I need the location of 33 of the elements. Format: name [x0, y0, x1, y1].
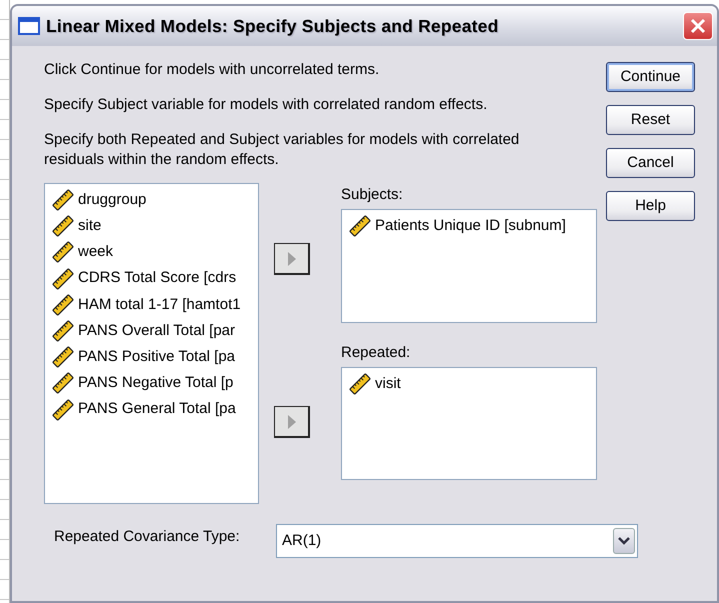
subjects-label: Subjects: [341, 185, 404, 205]
variable-list[interactable]: druggroup site week CDRS Total Score [cdrs HAM total 1-17 [hamtot1 PANS Overall Total [par PANS Positive Total [pa PANS Negative Total [p PANS General Total [pa [44, 183, 259, 504]
dialog-button[interactable]: Continue [606, 62, 695, 92]
chevron-down-icon [618, 537, 630, 545]
variable-name[interactable]: PANS Positive Total [pa [78, 346, 236, 368]
variable-name[interactable]: PANS Negative Total [p [78, 372, 234, 395]
variable-name[interactable]: CDRS Total Score [cdrs [78, 267, 236, 290]
repeated-label: Repeated: [341, 343, 412, 363]
variable-name[interactable]: week [78, 241, 114, 264]
dialog-button[interactable]: Help [606, 191, 695, 221]
window-icon [18, 17, 40, 35]
close-button[interactable] [683, 12, 713, 40]
instruction-text: Specify both Repeated and Subject variables for models with correlated residuals within the random effects. [44, 130, 520, 170]
instruction-text: Specify Subject variable for models with correlated random effects. [44, 95, 488, 115]
variable-name[interactable]: visit [375, 372, 401, 396]
variable-name[interactable]: PANS Overall Total [par [78, 320, 236, 342]
variable-name[interactable]: Patients Unique ID [subnum] [375, 214, 566, 238]
covariance-type-dropdown[interactable]: AR(1) [276, 524, 638, 558]
variable-name[interactable]: PANS General Total [pa [78, 398, 236, 421]
dropdown-button[interactable] [613, 528, 635, 554]
variable-name[interactable]: site [78, 215, 102, 238]
covariance-type-label: Repeated Covariance Type: [54, 527, 241, 547]
triangle-right-icon [288, 252, 296, 266]
window-title: Linear Mixed Models: Specify Subjects and Repeated [46, 14, 498, 38]
repeated-list[interactable]: visit [341, 367, 597, 480]
variable-name[interactable]: HAM total 1-17 [hamtot1 [78, 294, 241, 316]
dialog-button[interactable]: Cancel [606, 148, 695, 178]
variable-name[interactable]: druggroup [78, 188, 146, 212]
subjects-list[interactable]: Patients Unique ID [subnum] [341, 209, 597, 323]
close-icon [689, 17, 707, 35]
instruction-text: Click Continue for models with uncorrelated terms. [44, 60, 380, 80]
triangle-right-icon [288, 414, 296, 428]
dialog-button[interactable]: Reset [606, 105, 695, 135]
